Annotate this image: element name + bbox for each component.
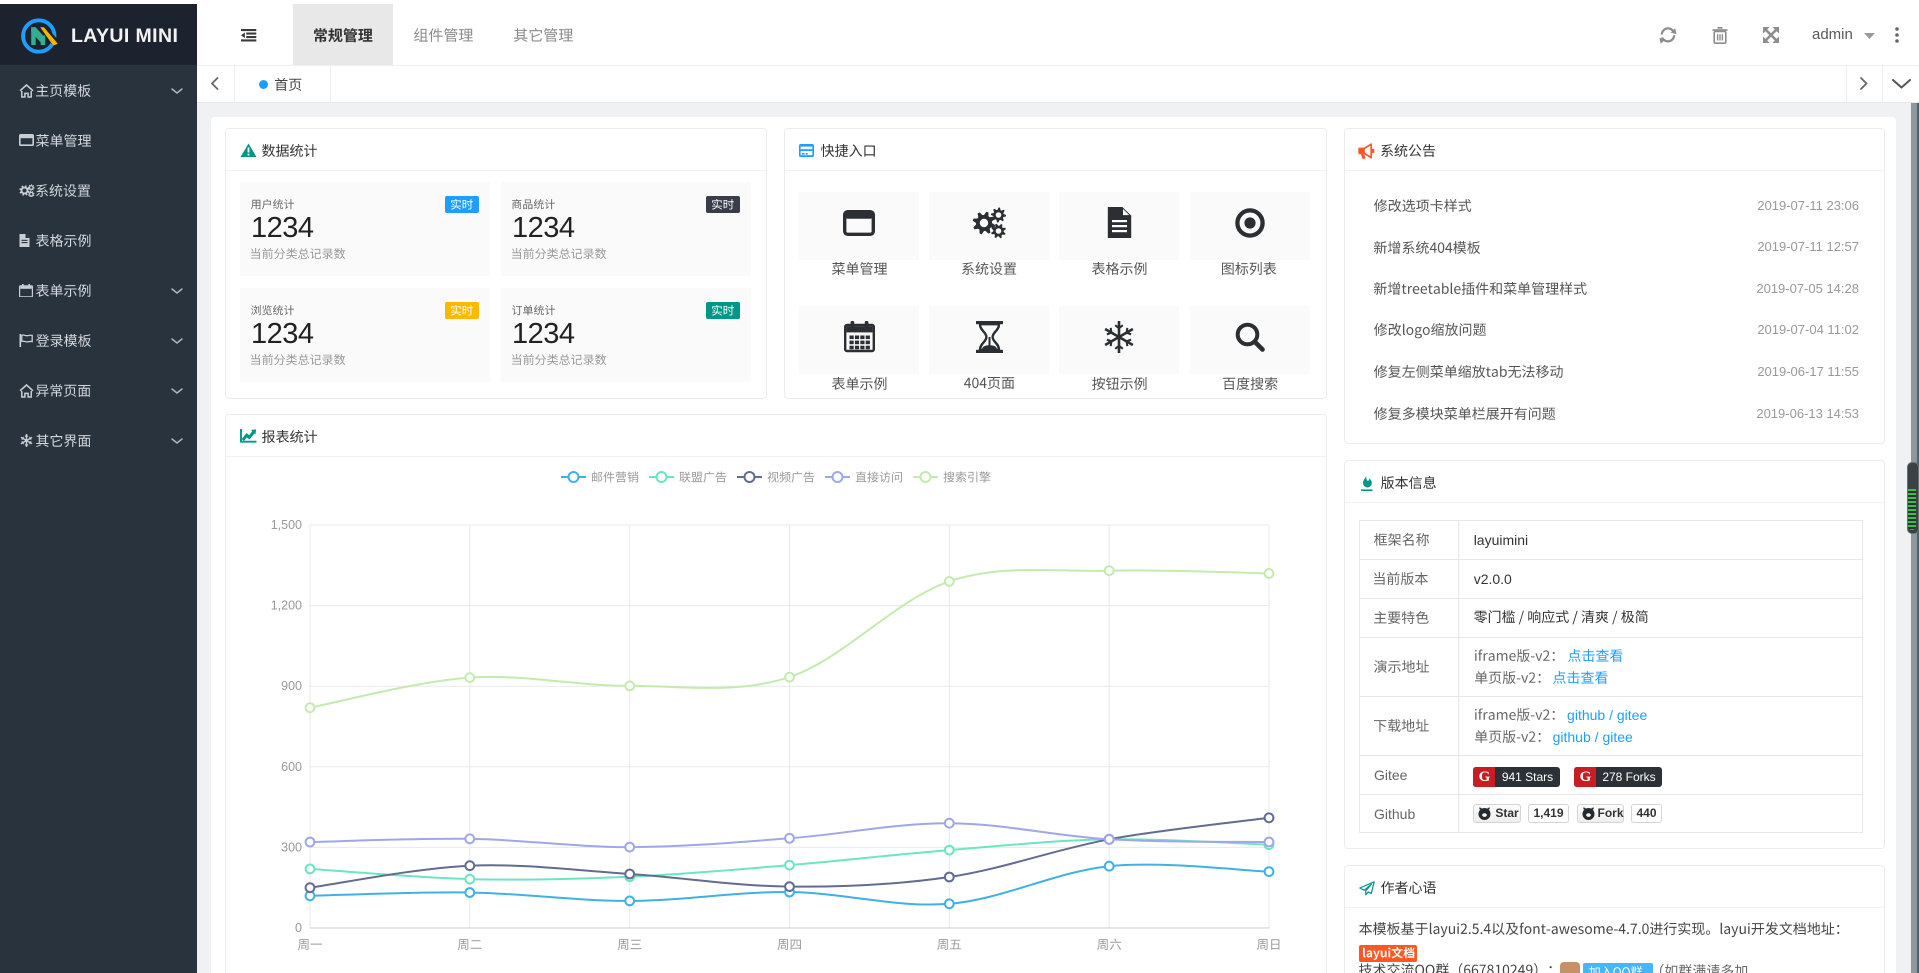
svg-text:1,500: 1,500 xyxy=(271,518,302,532)
svg-text:600: 600 xyxy=(281,760,302,774)
svg-text:1,200: 1,200 xyxy=(271,599,302,613)
svg-text:0: 0 xyxy=(295,921,302,935)
svg-text:900: 900 xyxy=(281,679,302,693)
svg-text:300: 300 xyxy=(281,840,302,854)
